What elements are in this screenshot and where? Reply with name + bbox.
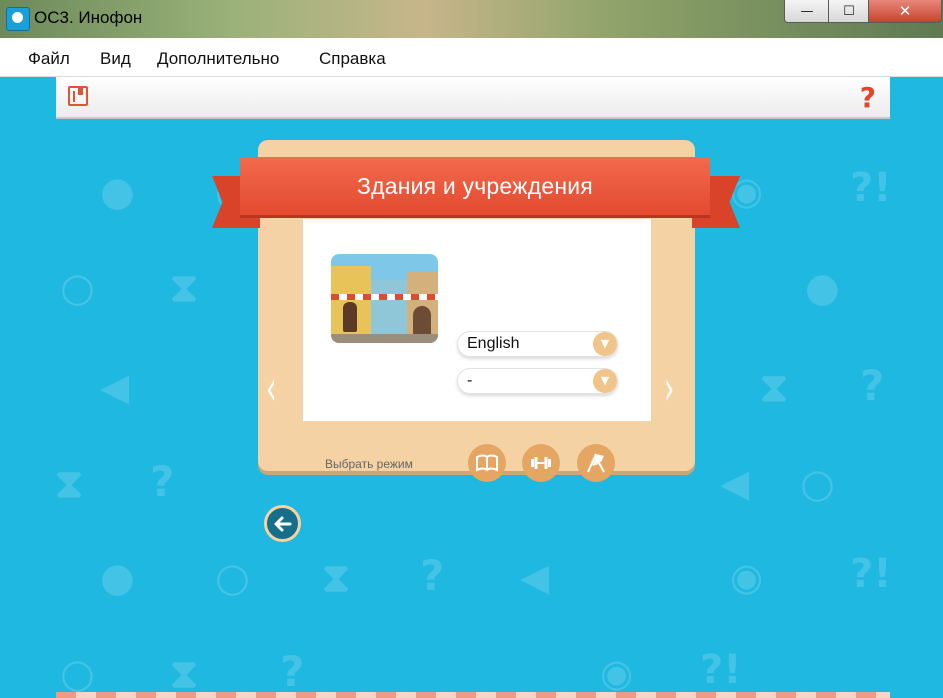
previous-topic-arrow[interactable]: ‹ bbox=[266, 365, 276, 411]
topic-thumbnail bbox=[331, 254, 438, 343]
hourglass-icon: ⧗ bbox=[55, 461, 84, 507]
menu-extra[interactable]: Дополнительно bbox=[157, 49, 279, 69]
secondary-select-value: - bbox=[467, 372, 473, 389]
language-select-value: English bbox=[467, 335, 520, 352]
app-icon bbox=[6, 7, 30, 31]
language-select[interactable]: English ▼ bbox=[457, 331, 618, 357]
magnifier-icon: ○ bbox=[60, 651, 95, 697]
topic-title: Здания и учреждения bbox=[357, 172, 593, 199]
chevron-down-icon[interactable]: ▼ bbox=[593, 369, 617, 393]
magnifier-icon: ○ bbox=[215, 555, 250, 601]
exclamation-icon: ?! bbox=[850, 551, 892, 597]
menu-view[interactable]: Вид bbox=[100, 49, 131, 69]
question-icon: ? bbox=[420, 551, 445, 600]
arrow-left-icon bbox=[274, 516, 291, 531]
help-button[interactable]: ? bbox=[860, 81, 876, 114]
mode-book-button[interactable] bbox=[468, 444, 506, 482]
hourglass-icon: ⧗ bbox=[760, 365, 789, 411]
question-icon: ? bbox=[280, 647, 305, 696]
question-icon: ? bbox=[860, 361, 885, 410]
eye-icon: ◉ bbox=[730, 555, 764, 599]
menu-file[interactable]: Файл bbox=[28, 49, 70, 69]
speaker-icon: ◀ bbox=[520, 555, 550, 599]
exclamation-icon: ?! bbox=[700, 647, 742, 693]
exclamation-icon: ?! bbox=[850, 165, 892, 211]
speech-bubble-icon: ● bbox=[100, 169, 135, 215]
dumbbell-icon bbox=[531, 457, 551, 469]
window-title: ОС3. Инофон bbox=[34, 8, 143, 27]
next-topic-arrow[interactable]: › bbox=[664, 365, 674, 411]
panel-torn-edge bbox=[303, 419, 651, 425]
hourglass-icon: ⧗ bbox=[170, 651, 199, 697]
book-icon bbox=[476, 454, 498, 472]
speaker-icon: ◀ bbox=[100, 365, 130, 409]
mode-training-button[interactable] bbox=[522, 444, 560, 482]
back-button[interactable] bbox=[264, 505, 301, 542]
eye-icon: ◉ bbox=[730, 169, 764, 213]
toolbar: ? bbox=[56, 77, 890, 119]
speech-bubble-icon: ● bbox=[100, 555, 135, 601]
mode-race-button[interactable] bbox=[577, 444, 615, 482]
window-title-bar: ОС3. Инофон — ☐ ✕ bbox=[0, 0, 943, 38]
menu-bar: Файл Вид Дополнительно Справка bbox=[0, 38, 943, 77]
close-button[interactable]: ✕ bbox=[868, 0, 942, 23]
menu-help[interactable]: Справка bbox=[319, 49, 386, 69]
hourglass-icon: ⧗ bbox=[322, 555, 351, 601]
minimize-button[interactable]: — bbox=[784, 0, 830, 23]
mode-label: Выбрать режим bbox=[325, 457, 413, 471]
chevron-down-icon[interactable]: ▼ bbox=[593, 332, 617, 356]
maximize-button[interactable]: ☐ bbox=[828, 0, 870, 23]
bottom-decor-strip bbox=[56, 692, 890, 698]
eye-icon: ◉ bbox=[600, 651, 634, 695]
book-icon[interactable] bbox=[68, 86, 88, 106]
hourglass-icon: ⧗ bbox=[170, 265, 199, 311]
topic-ribbon: Здания и учреждения bbox=[240, 157, 710, 215]
speech-bubble-icon: ● bbox=[805, 265, 840, 311]
speaker-icon: ◀ bbox=[720, 461, 750, 505]
racing-flags-icon bbox=[587, 453, 605, 473]
question-icon: ? bbox=[150, 457, 175, 506]
magnifier-icon: ○ bbox=[800, 461, 835, 507]
secondary-select[interactable]: - ▼ bbox=[457, 368, 618, 394]
magnifier-icon: ○ bbox=[60, 265, 95, 311]
